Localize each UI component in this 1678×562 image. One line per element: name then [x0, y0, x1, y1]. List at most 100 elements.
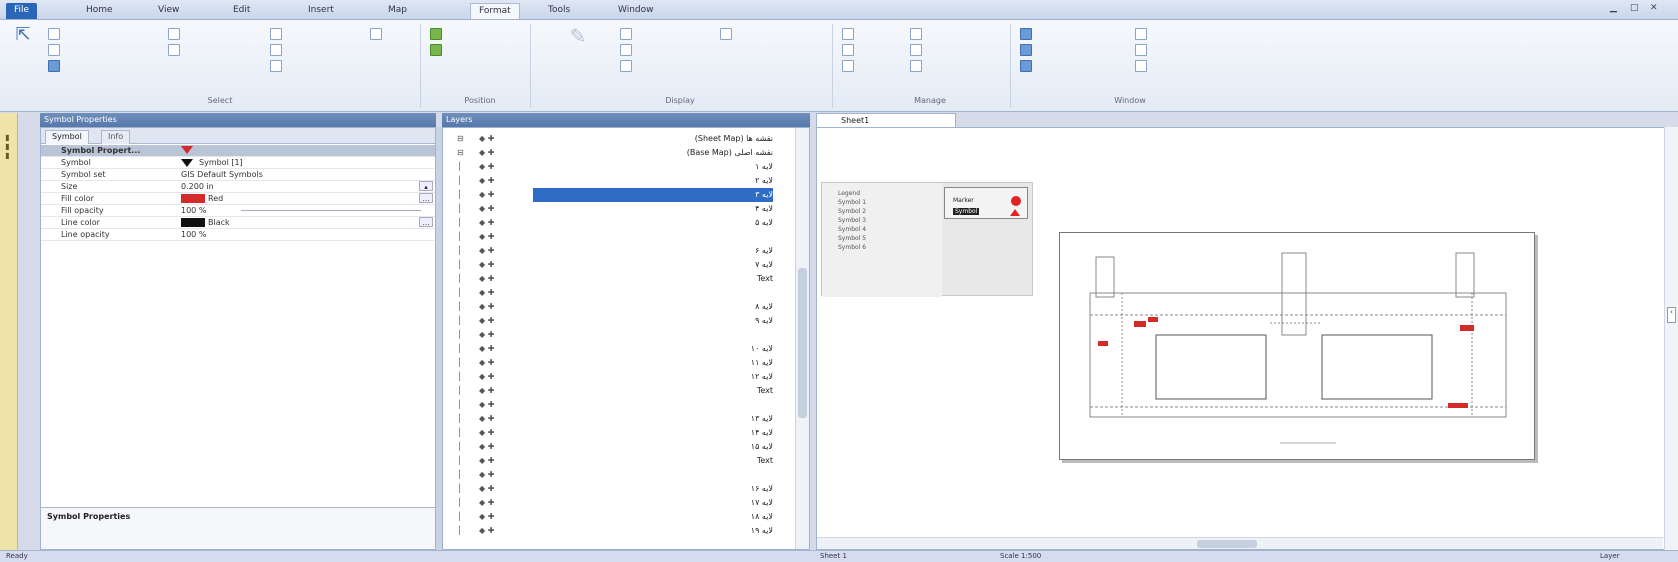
- legend-preview: Legend Symbol 1 Symbol 2 Symbol 3 Symbol 4 Sy…: [821, 182, 1033, 297]
- ribbon-btn-17[interactable]: [842, 42, 892, 56]
- ribbon-btn-13[interactable]: [620, 42, 710, 56]
- property-row[interactable]: Fill color Red …: [41, 193, 435, 205]
- tree-item[interactable]: │ ◆ ✚ لایه ۱۲: [443, 370, 793, 384]
- tree-item[interactable]: │ ◆ ✚ لایه ۱: [443, 160, 793, 174]
- opacity-slider[interactable]: [241, 210, 421, 211]
- tree-item[interactable]: │ ◆ ✚ لایه ۸: [443, 300, 793, 314]
- tree-item[interactable]: │ ◆ ✚ لایه ۱۳: [443, 412, 793, 426]
- tab-document[interactable]: Sheet1: [816, 113, 956, 127]
- select-tool-button[interactable]: ⇱: [6, 24, 40, 84]
- ribbon-btn-6[interactable]: [270, 26, 310, 40]
- tab-window[interactable]: Window: [610, 3, 662, 19]
- ribbon-btn-23[interactable]: [1020, 42, 1100, 56]
- ribbon-btn-5[interactable]: [168, 42, 258, 56]
- ribbon-btn-12[interactable]: [620, 26, 680, 40]
- ribbon-btn-20[interactable]: [910, 42, 990, 56]
- tree-item[interactable]: │ ◆ ✚ لایه ۱۹: [443, 524, 793, 538]
- property-row[interactable]: Line opacity 100 %: [41, 229, 435, 241]
- ribbon-btn-25[interactable]: [1135, 26, 1235, 40]
- tree-item[interactable]: │ ◆ ✚ لایه ۲: [443, 174, 793, 188]
- ribbon-btn-22[interactable]: [1020, 26, 1120, 40]
- ellipsis-button[interactable]: …: [419, 217, 433, 227]
- document-canvas[interactable]: Legend Symbol 1 Symbol 2 Symbol 3 Symbol 4 Sy…: [816, 127, 1678, 550]
- tree-item[interactable]: │ ◆ ✚ لایه ۹: [443, 314, 793, 328]
- floor-plan-page[interactable]: [1059, 232, 1535, 460]
- ribbon-btn-19[interactable]: [910, 26, 980, 40]
- collapsed-side-panel[interactable]: ▮▮▮: [0, 113, 18, 550]
- property-row[interactable]: Line color Black …: [41, 217, 435, 229]
- right-vertical-scrollbar[interactable]: ‹: [1664, 127, 1678, 550]
- ellipsis-button[interactable]: …: [419, 193, 433, 203]
- tree-item[interactable]: │ ◆ ✚: [443, 286, 793, 300]
- ribbon-btn-2[interactable]: [48, 42, 158, 56]
- tree-item-label: لایه ۱۴: [750, 428, 773, 437]
- vertical-scrollbar[interactable]: [795, 128, 809, 549]
- tree-item[interactable]: │ ◆ ✚ لایه ۵: [443, 216, 793, 230]
- ribbon-btn-16[interactable]: [842, 26, 902, 40]
- tree-item[interactable]: │ ◆ ✚ Text: [443, 454, 793, 468]
- property-row[interactable]: Symbol Symbol [1]: [41, 157, 435, 169]
- ribbon-btn-26[interactable]: [1135, 42, 1215, 56]
- tree-item-label: لایه ۱۹: [750, 526, 773, 535]
- maximize-icon[interactable]: □: [1630, 3, 1639, 13]
- spin-button[interactable]: ▴: [419, 181, 433, 191]
- tree-item[interactable]: │ ◆ ✚: [443, 230, 793, 244]
- property-row[interactable]: Symbol set GIS Default Symbols: [41, 169, 435, 181]
- tab-insert[interactable]: Insert: [300, 3, 342, 19]
- ribbon-btn-24[interactable]: [1020, 58, 1130, 72]
- ribbon-btn-27[interactable]: [1135, 58, 1245, 72]
- tab-file[interactable]: File: [6, 3, 38, 19]
- ribbon-btn-10[interactable]: [430, 26, 510, 40]
- ribbon-btn-18[interactable]: [842, 58, 892, 72]
- tree-item[interactable]: ⊟ ◆ ✚ نقشه ها (Sheet Map): [443, 132, 793, 146]
- tree-item[interactable]: │ ◆ ✚: [443, 468, 793, 482]
- tree-item[interactable]: │ ◆ ✚ Text: [443, 272, 793, 286]
- minimize-icon[interactable]: ▁: [1610, 3, 1617, 13]
- tree-item[interactable]: │ ◆ ✚ لایه ۳: [443, 188, 793, 202]
- horizontal-scrollbar[interactable]: [817, 537, 1663, 549]
- tree-item[interactable]: │ ◆ ✚ لایه ۱۸: [443, 510, 793, 524]
- tab-symbol[interactable]: Symbol: [45, 130, 89, 144]
- tab-map[interactable]: Map: [380, 3, 415, 19]
- ribbon-btn-8[interactable]: [270, 58, 350, 72]
- tab-view[interactable]: View: [150, 3, 187, 19]
- ribbon-btn-3[interactable]: [48, 58, 118, 72]
- tree-item[interactable]: │ ◆ ✚ لایه ۶: [443, 244, 793, 258]
- expand-icon[interactable]: ⊟: [457, 146, 464, 160]
- ribbon-btn-15[interactable]: [720, 26, 810, 40]
- ribbon-btn-14[interactable]: [620, 58, 700, 72]
- tree-item[interactable]: │ ◆ ✚ لایه ۷: [443, 258, 793, 272]
- tree-item[interactable]: │ ◆ ✚ لایه ۴: [443, 202, 793, 216]
- ribbon-btn-11[interactable]: [430, 42, 520, 56]
- tree-item[interactable]: │ ◆ ✚ لایه ۱۱: [443, 356, 793, 370]
- tree-item[interactable]: ⊟ ◆ ✚ نقشه اصلی (Base Map): [443, 146, 793, 160]
- disabled-tool-button[interactable]: ✎: [548, 24, 608, 84]
- tree-item[interactable]: │ ◆ ✚ لایه ۱۴: [443, 426, 793, 440]
- tree-item[interactable]: │ ◆ ✚ لایه ۱۶: [443, 482, 793, 496]
- tab-tools[interactable]: Tools: [540, 3, 578, 19]
- tab-info[interactable]: Info: [101, 130, 131, 144]
- chevron-left-icon[interactable]: ‹: [1667, 307, 1676, 323]
- tree-item[interactable]: │ ◆ ✚: [443, 398, 793, 412]
- property-group-header[interactable]: Symbol Propert...: [41, 145, 435, 157]
- property-row[interactable]: Fill opacity 100 %: [41, 205, 435, 217]
- tree-item[interactable]: │ ◆ ✚ لایه ۱۵: [443, 440, 793, 454]
- close-icon[interactable]: ✕: [1650, 3, 1658, 13]
- tree-item[interactable]: │ ◆ ✚ لایه ۱۰: [443, 342, 793, 356]
- ribbon-btn-1[interactable]: [48, 26, 158, 40]
- ribbon-btn-4[interactable]: [168, 26, 258, 40]
- tab-home[interactable]: Home: [78, 3, 121, 19]
- scroll-thumb[interactable]: [798, 268, 807, 418]
- expand-icon[interactable]: ⊟: [457, 132, 464, 146]
- ribbon-btn-21[interactable]: [910, 58, 980, 72]
- ribbon-btn-7[interactable]: [270, 42, 310, 56]
- tab-edit[interactable]: Edit: [225, 3, 258, 19]
- tree-item[interactable]: │ ◆ ✚ لایه ۱۷: [443, 496, 793, 510]
- tree-item[interactable]: │ ◆ ✚: [443, 328, 793, 342]
- tab-format[interactable]: Format: [470, 3, 520, 19]
- scroll-thumb[interactable]: [1197, 540, 1257, 548]
- property-key: Symbol: [61, 158, 91, 167]
- property-row[interactable]: Size 0.200 in ▴: [41, 181, 435, 193]
- ribbon-btn-9[interactable]: [370, 26, 410, 40]
- tree-item[interactable]: │ ◆ ✚ Text: [443, 384, 793, 398]
